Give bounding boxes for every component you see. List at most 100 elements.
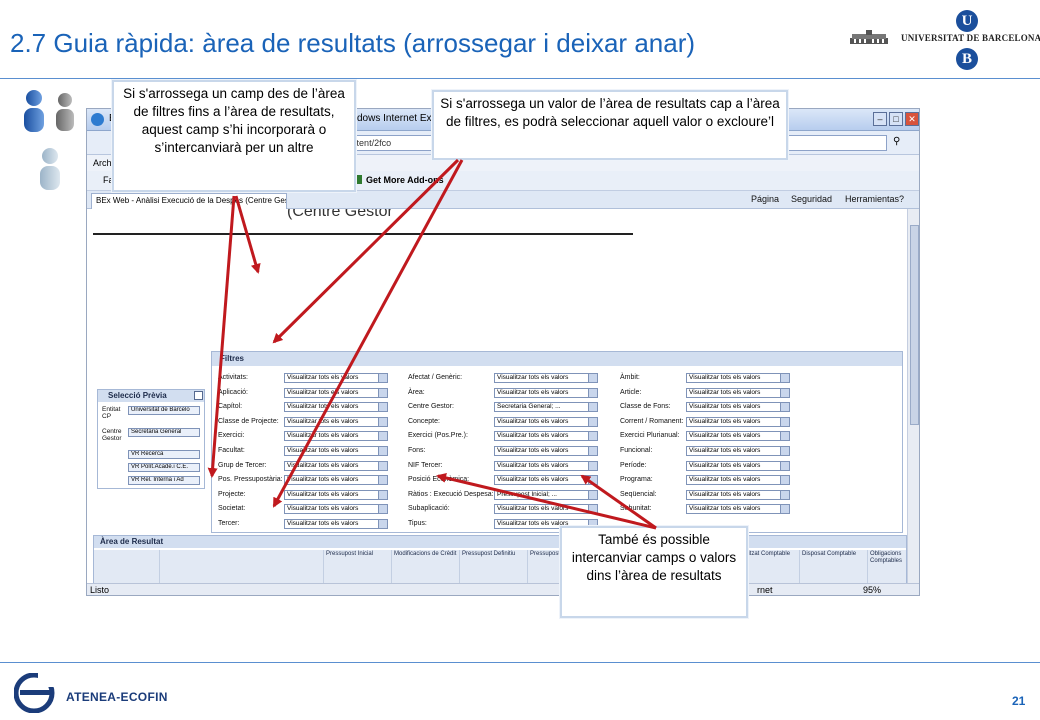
filter-select[interactable]: Visualitzar tots els valors: [284, 402, 388, 413]
toolbar-help-menu[interactable]: ?: [899, 194, 904, 204]
filter-label[interactable]: Aplicació:: [218, 389, 248, 396]
filter-label[interactable]: Societat:: [218, 505, 245, 512]
filter-select[interactable]: Visualitzar tots els valors: [686, 402, 790, 413]
entitat-value[interactable]: Universitat de Barcelo: [128, 406, 200, 415]
vertical-scrollbar[interactable]: [907, 209, 919, 583]
filter-label[interactable]: Projecte:: [218, 491, 246, 498]
minimize-button[interactable]: –: [873, 112, 887, 126]
footer-brand: ATENEA-ECOFIN: [66, 690, 168, 704]
filter-select[interactable]: Visualitzar tots els valors: [686, 387, 790, 398]
column-header[interactable]: Disposat Comptable: [800, 550, 868, 583]
filter-label[interactable]: Programa:: [620, 476, 653, 483]
filter-select[interactable]: Visualitzar tots els valors: [284, 416, 388, 427]
centre-gestor-label: Centre Gestor: [102, 428, 122, 442]
filter-label[interactable]: Grup de Tercer:: [218, 462, 267, 469]
filter-select[interactable]: Secretaria General; ...: [494, 402, 598, 413]
filter-select[interactable]: Visualitzar tots els valors: [284, 519, 388, 529]
get-more-addons-link[interactable]: Get More Add-ons: [366, 175, 444, 185]
filter-label[interactable]: Classe de Projecte:: [218, 418, 279, 425]
filter-select[interactable]: Visualitzar tots els valors: [284, 431, 388, 442]
filter-select[interactable]: Visualitzar tots els valors: [284, 387, 388, 398]
toolbar-page-menu[interactable]: Página: [751, 194, 779, 204]
filter-select[interactable]: Pressupost Inicial; ...: [494, 489, 598, 500]
scrollbar-thumb[interactable]: [910, 225, 919, 425]
filter-select[interactable]: Visualitzar tots els valors: [284, 446, 388, 456]
filter-select[interactable]: Visualitzar tots els valors: [284, 489, 388, 500]
filter-label[interactable]: Afectat / Genèric:: [408, 374, 462, 381]
filter-label[interactable]: Classe de Fons:: [620, 403, 671, 410]
maximize-button[interactable]: □: [889, 112, 903, 126]
filter-label[interactable]: Concepte:: [408, 418, 440, 425]
centre-value-1[interactable]: Secretaria General: [128, 428, 200, 437]
column-header[interactable]: Obligacions Comptables: [868, 550, 906, 583]
search-go-icon[interactable]: ⚲: [893, 136, 900, 147]
filter-select[interactable]: Visualitzar tots els valors: [494, 446, 598, 456]
filter-label[interactable]: Àmbit:: [620, 374, 640, 381]
filter-label[interactable]: Capítol:: [218, 403, 242, 410]
filter-select[interactable]: Visualitzar tots els valors: [494, 373, 598, 383]
filter-label[interactable]: Funcional:: [620, 447, 652, 454]
filter-label[interactable]: Tercer:: [218, 520, 239, 527]
callout-results-to-filters: Si s'arrossega un valor de l’àrea de res…: [432, 90, 788, 160]
filter-label[interactable]: Pos. Pressupostària:: [218, 476, 283, 483]
browser-tab[interactable]: BEx Web - Anàlisi Execució de la Despes …: [91, 193, 287, 209]
filter-label[interactable]: Fons:: [408, 447, 426, 454]
close-window-button[interactable]: ✕: [905, 112, 919, 126]
university-name: UNIVERSITAT DE BARCELONA: [901, 33, 1040, 43]
centre-value-4[interactable]: VR Rel. Interna i Ad: [128, 476, 200, 485]
filter-label[interactable]: Facultat:: [218, 447, 245, 454]
filter-select[interactable]: Visualitzar tots els valors: [686, 504, 790, 515]
filter-select[interactable]: Visualitzar tots els valors: [686, 460, 790, 471]
filter-label[interactable]: Subaplicació:: [408, 505, 450, 512]
column-header[interactable]: Modificacions de Crèdit: [392, 550, 460, 583]
filter-label[interactable]: Àrea:: [408, 389, 425, 396]
filter-label[interactable]: Tipus:: [408, 520, 427, 527]
filters-panel: Filtres Activitats: Visualitzar tots els …: [211, 351, 903, 533]
filter-label[interactable]: Exercici Plurianual:: [620, 432, 680, 439]
toolbar-security-menu[interactable]: Seguridad: [791, 194, 832, 204]
filter-label[interactable]: Article:: [620, 389, 641, 396]
filter-label[interactable]: Corrent / Romanent:: [620, 418, 683, 425]
footer-divider: [0, 662, 1040, 663]
centre-value-2[interactable]: VR Recerca: [128, 450, 200, 459]
filter-label[interactable]: Exercici:: [218, 432, 244, 439]
ub-building-icon: [850, 30, 888, 44]
filter-label[interactable]: Exercici (Pos.Pre.):: [408, 432, 468, 439]
row-header-capitol[interactable]: Capítol: [160, 550, 324, 583]
filter-select[interactable]: Visualitzar tots els valors: [494, 416, 598, 427]
filter-label[interactable]: Subunitat:: [620, 505, 652, 512]
filter-select[interactable]: Visualitzar tots els valors: [494, 431, 598, 442]
filter-label[interactable]: Posició Econòmica:: [408, 476, 469, 483]
page-number: 21: [1012, 694, 1026, 708]
column-header[interactable]: Pressupost Inicial: [324, 550, 392, 583]
column-header[interactable]: Pressupost Definitiu: [460, 550, 528, 583]
filter-select[interactable]: Visualitzar tots els valors: [686, 373, 790, 383]
filter-select[interactable]: Visualitzar tots els valors: [686, 416, 790, 427]
filter-select[interactable]: Visualitzar tots els valors: [686, 475, 790, 486]
row-header-afectat[interactable]: Afectat / Genèric: [94, 550, 160, 583]
filter-select[interactable]: Visualitzar tots els valors: [494, 460, 598, 471]
toolbar-tools-menu[interactable]: Herramientas: [845, 194, 899, 204]
filter-select[interactable]: Visualitzar tots els valors: [284, 504, 388, 515]
seleccio-previa-panel: Selecció Prèvia Entitat CP Universitat d…: [97, 389, 205, 489]
zoom-level[interactable]: 95%: [863, 584, 881, 595]
filter-label[interactable]: NIF Tercer:: [408, 462, 443, 469]
filter-label[interactable]: Seqüencial:: [620, 491, 657, 498]
filter-label[interactable]: Activitats:: [218, 374, 248, 381]
filter-select[interactable]: Visualitzar tots els valors: [686, 489, 790, 500]
collapse-icon[interactable]: [194, 391, 203, 400]
filter-select[interactable]: Visualitzar tots els valors: [494, 475, 598, 486]
filter-label[interactable]: Ràtios : Execució Despesa:: [408, 491, 494, 498]
filter-select[interactable]: Visualitzar tots els valors: [494, 387, 598, 398]
filter-select[interactable]: Visualitzar tots els valors: [284, 475, 388, 486]
filter-select[interactable]: Visualitzar tots els valors: [284, 373, 388, 383]
callout-filters-to-results: Si s'arrossega un camp des de l’àrea de …: [112, 80, 356, 192]
filter-select[interactable]: Visualitzar tots els valors: [686, 446, 790, 456]
filter-select[interactable]: Visualitzar tots els valors: [284, 460, 388, 471]
filter-select[interactable]: Visualitzar tots els valors: [494, 504, 598, 515]
filter-label[interactable]: Centre Gestor:: [408, 403, 454, 410]
slide-title: 2.7 Guia ràpida: àrea de resultats (arro…: [10, 28, 696, 58]
filter-select[interactable]: Visualitzar tots els valors: [686, 431, 790, 442]
centre-value-3[interactable]: VR Polít.Acadè.i C.E.: [128, 463, 200, 472]
filter-label[interactable]: Període:: [620, 462, 646, 469]
